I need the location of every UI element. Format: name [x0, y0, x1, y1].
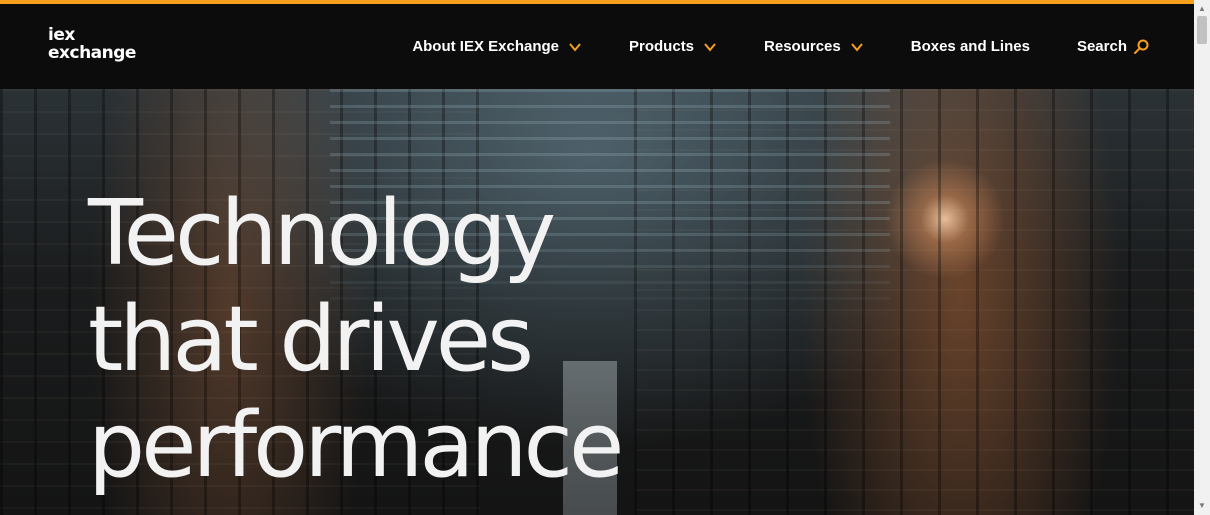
- chevron-down-icon: [850, 42, 863, 52]
- iex-exchange-logo[interactable]: iex exchange: [48, 26, 136, 62]
- hero-title-line-3: performance: [88, 393, 624, 498]
- hero-title: Technology that drives performance: [88, 181, 624, 499]
- nav-label: About IEX Exchange: [412, 38, 560, 55]
- nav-label: Boxes and Lines: [910, 38, 1030, 55]
- chevron-down-icon: [569, 42, 581, 52]
- scrollbar-thumb[interactable]: [1197, 16, 1207, 44]
- nav-label: Products: [629, 38, 695, 55]
- nav-products[interactable]: Products: [629, 38, 717, 55]
- scroll-down-arrow-icon[interactable]: ▼: [1194, 499, 1210, 513]
- hero-title-line-2: that drives: [88, 287, 534, 392]
- nav-about-iex-exchange[interactable]: About IEX Exchange: [412, 38, 582, 55]
- logo-line-2: exchange: [48, 43, 136, 63]
- chevron-down-icon: [704, 42, 716, 52]
- logo-line-1: iex: [48, 25, 75, 45]
- search-button[interactable]: Search: [1077, 38, 1149, 55]
- hero-section: Technology that drives performance: [0, 89, 1194, 515]
- site-header: iex exchange About IEX Exchange Products…: [0, 4, 1194, 89]
- main-nav: About IEX Exchange Products Resources Bo…: [412, 4, 1149, 89]
- search-label: Search: [1076, 38, 1127, 55]
- hero-title-line-1: Technology: [88, 181, 556, 286]
- nav-boxes-and-lines[interactable]: Boxes and Lines: [911, 38, 1030, 55]
- vertical-scrollbar[interactable]: ▲ ▼: [1194, 0, 1210, 515]
- nav-label: Resources: [764, 38, 841, 55]
- page: iex exchange About IEX Exchange Products…: [0, 0, 1210, 515]
- search-icon: [1134, 39, 1149, 54]
- scroll-up-arrow-icon[interactable]: ▲: [1194, 2, 1210, 16]
- nav-resources[interactable]: Resources: [764, 38, 864, 55]
